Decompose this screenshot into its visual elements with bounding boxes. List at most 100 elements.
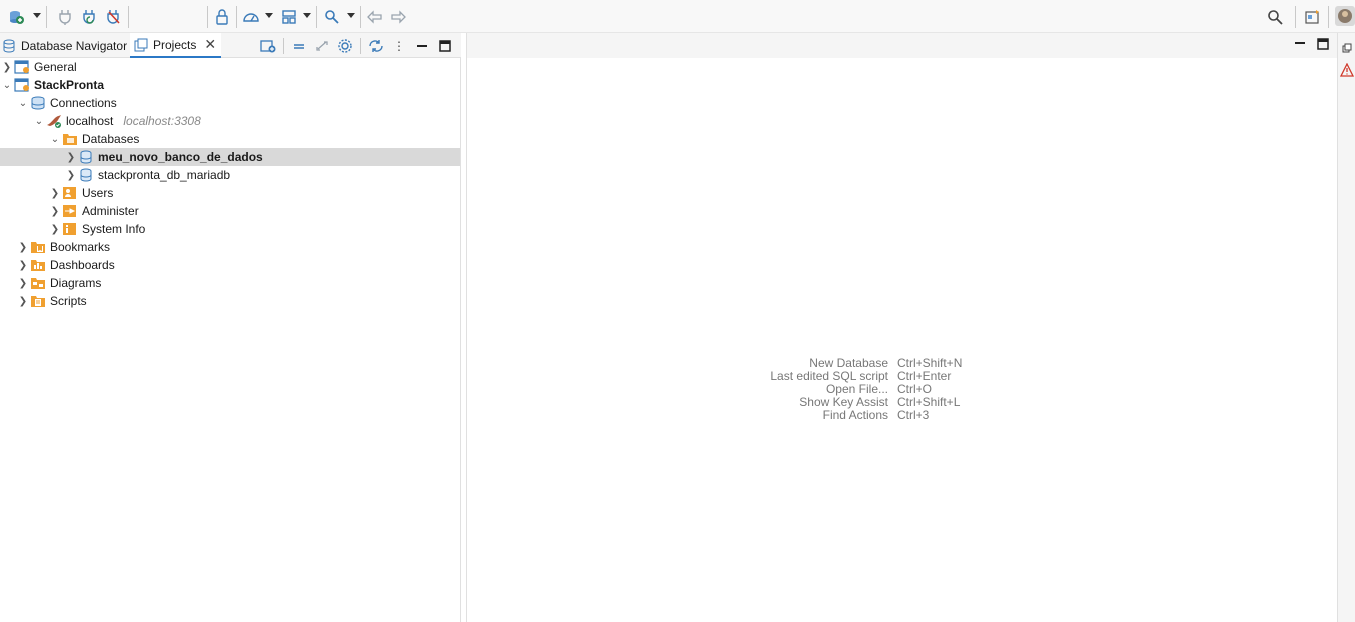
tree-item-databases[interactable]: ⌄ Databases [0,130,460,148]
view-menu-icon[interactable]: ⋮ [390,37,408,55]
tree-item-scripts[interactable]: ❯ Scripts [0,292,460,310]
new-connection-dropdown-icon[interactable] [33,13,41,18]
chevron-right-icon[interactable]: ❯ [16,240,30,254]
sync-icon[interactable] [367,37,385,55]
diagrams-folder-icon [30,276,46,290]
link-with-editor-icon[interactable] [313,37,331,55]
toolbar-separator [207,6,208,28]
navigate-forward-icon[interactable] [389,8,407,26]
chevron-right-icon[interactable]: ❯ [16,276,30,290]
tree-item-label: Connections [50,96,117,110]
tree-item-meu-novo-banco-de-dados[interactable]: ❯ meu_novo_banco_de_dados [0,148,460,166]
tab-projects-label: Projects [153,37,197,52]
database-icon [78,168,94,182]
tab-database-navigator[interactable]: Database Navigator [0,33,128,58]
tree-item-administer[interactable]: ❯ Administer [0,202,460,220]
project-icon [14,60,30,74]
database-icon [78,150,94,164]
view-tab-bar: Database Navigator Projects ✕ ⋮ [0,33,461,58]
tree-item-stackpronta[interactable]: ⌄ StackPronta [0,76,460,94]
minimize-icon[interactable] [413,37,431,55]
close-icon[interactable]: ✕ [204,36,216,53]
toolbar-separator [360,6,361,28]
new-connection-icon[interactable] [7,8,25,26]
mariadb-connection-icon [46,114,62,128]
chevron-down-icon[interactable]: ⌄ [32,114,46,128]
tree-item-general[interactable]: ❯ General [0,58,460,76]
tree-item-localhost[interactable]: ⌄ localhost localhost:3308 [0,112,460,130]
maximize-icon[interactable] [1316,37,1330,51]
tree-item-connections[interactable]: ⌄ Connections [0,94,460,112]
projects-panel: Database Navigator Projects ✕ ⋮ ❯ Genera… [0,33,461,622]
folder-icon [62,132,78,146]
rollback-icon[interactable] [280,8,298,26]
dashboards-folder-icon [30,258,46,272]
chevron-down-icon[interactable]: ⌄ [16,96,30,110]
chevron-down-icon[interactable]: ⌄ [0,78,14,92]
editor-area: New Database Ctrl+Shift+N Last edited SQ… [466,33,1338,622]
tab-projects[interactable]: Projects ✕ [130,33,221,58]
tree-item-bookmarks[interactable]: ❯ Bookmarks [0,238,460,256]
shortcut-label: Find Actions [822,408,888,422]
project-icon [14,78,30,92]
tree-item-label: Bookmarks [50,240,111,254]
admin-folder-icon [62,204,78,218]
toolbar-separator [1295,6,1296,28]
commit-dropdown-icon[interactable] [265,13,273,18]
main-toolbar [0,0,1355,33]
side-trim-bar [1337,33,1355,622]
shortcut-key: Ctrl+3 [897,408,930,422]
database-navigator-icon [2,39,16,53]
tree-item-stackpronta-db-mariadb[interactable]: ❯ stackpronta_db_mariadb [0,166,460,184]
tree-item-label: System Info [82,222,146,236]
chevron-right-icon[interactable]: ❯ [64,150,78,164]
tree-item-dashboards[interactable]: ❯ Dashboards [0,256,460,274]
perspective-icon[interactable] [1304,8,1322,26]
tree-item-label: meu_novo_banco_de_dados [98,150,263,164]
maximize-icon[interactable] [436,37,454,55]
chevron-right-icon[interactable]: ❯ [16,258,30,272]
tab-database-navigator-label: Database Navigator [21,38,128,53]
collapse-all-icon[interactable] [290,37,308,55]
gear-icon[interactable] [336,37,354,55]
rollback-dropdown-icon[interactable] [303,13,311,18]
shortcut-find-actions: Find Actions Ctrl+3 [767,409,1017,422]
commit-icon[interactable] [242,8,260,26]
toolbar-separator [128,6,129,28]
search-icon[interactable] [323,8,341,26]
tree-item-label: Diagrams [50,276,102,290]
projects-icon [134,38,148,52]
avatar[interactable] [1335,6,1355,26]
project-tree: ❯ General ⌄ StackPronta ⌄ Connections ⌄ [0,58,460,310]
navigate-back-icon[interactable] [366,8,384,26]
tree-item-label: Dashboards [50,258,115,272]
global-search-icon[interactable] [1266,8,1284,26]
shortcut-show-key-assist: Show Key Assist Ctrl+Shift+L [767,396,1017,409]
tree-item-label: Users [82,186,114,200]
chevron-down-icon[interactable]: ⌄ [48,132,62,146]
chevron-right-icon[interactable]: ❯ [64,168,78,182]
transaction-mode-icon[interactable] [213,8,231,26]
chevron-right-icon[interactable]: ❯ [48,186,62,200]
tree-item-system-info[interactable]: ❯ System Info [0,220,460,238]
toolbar-separator [46,6,47,28]
search-dropdown-icon[interactable] [347,13,355,18]
tree-item-users[interactable]: ❯ Users [0,184,460,202]
reconnect-icon[interactable] [81,8,99,26]
disconnect-icon[interactable] [105,8,123,26]
connect-icon[interactable] [56,8,74,26]
restore-icon[interactable] [1341,43,1353,53]
bookmarks-folder-icon [30,240,46,254]
chevron-right-icon[interactable]: ❯ [0,60,14,74]
chevron-right-icon[interactable]: ❯ [16,294,30,308]
chevron-right-icon[interactable]: ❯ [48,204,62,218]
tree-item-diagrams[interactable]: ❯ Diagrams [0,274,460,292]
toolbar-separator [1328,6,1329,28]
chevron-right-icon[interactable]: ❯ [48,222,62,236]
warning-icon[interactable] [1339,62,1355,77]
toolbar-separator [360,38,361,54]
minimize-icon[interactable] [1293,37,1307,51]
connections-icon [30,96,46,110]
new-project-icon[interactable] [259,37,277,55]
tree-item-label: StackPronta [34,78,105,92]
